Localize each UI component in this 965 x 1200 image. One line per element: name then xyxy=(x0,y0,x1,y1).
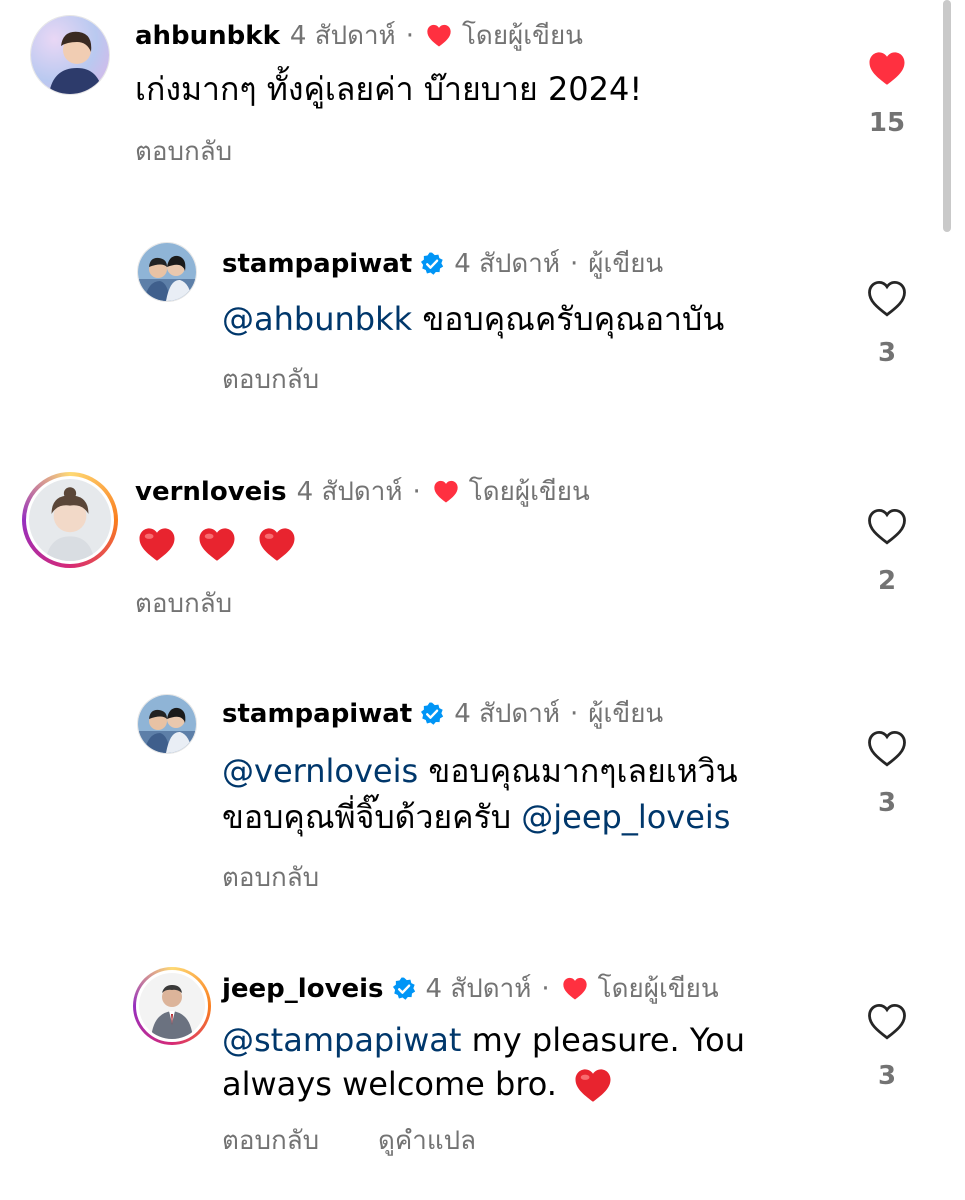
heart-outline-icon[interactable] xyxy=(865,1001,909,1043)
comment-text-line-2: ขอบคุณพี่จิ๊บด้วยครับ @jeep_loveis xyxy=(222,794,730,840)
like-count: 3 xyxy=(877,788,897,818)
heart-outline-icon[interactable] xyxy=(865,278,909,320)
username[interactable]: stampapiwat xyxy=(222,248,412,280)
timestamp: 4 สัปดาห์ xyxy=(296,477,403,507)
like-count: 3 xyxy=(877,338,897,368)
reply-jeep-loveis: jeep_loveis 4 สัปดาห์ · โดยผู้เขียน @sta… xyxy=(0,955,965,1200)
separator-dot: · xyxy=(412,477,421,507)
red-heart-emoji-icon xyxy=(255,524,299,566)
red-heart-emoji-icon xyxy=(135,524,179,566)
profile-photo-icon xyxy=(138,695,196,753)
mention-link[interactable]: @vernloveis xyxy=(222,752,418,790)
heart-icon xyxy=(431,478,461,506)
reply-button[interactable]: ตอบกลับ xyxy=(222,862,319,894)
liked-by-author-label: โดยผู้เขียน xyxy=(597,974,719,1004)
author-label: ผู้เขียน xyxy=(588,249,664,279)
separator-dot: · xyxy=(570,699,579,729)
mention-link[interactable]: @jeep_loveis xyxy=(521,798,730,836)
liked-by-author-label: โดยผู้เขียน xyxy=(461,21,583,51)
separator-dot: · xyxy=(570,249,579,279)
like-count: 3 xyxy=(877,1061,897,1091)
separator-dot: · xyxy=(541,974,550,1004)
like-count: 2 xyxy=(877,566,897,596)
red-heart-emoji-icon xyxy=(571,1065,615,1107)
comment-text: @stampapiwat my pleasure. You xyxy=(222,1017,745,1063)
reply-button[interactable]: ตอบกลับ xyxy=(135,588,232,620)
like-control: 2 xyxy=(857,506,917,596)
comment-body: always welcome bro. xyxy=(222,1065,557,1103)
heart-icon xyxy=(424,22,454,50)
mention-link[interactable]: @ahbunbkk xyxy=(222,300,412,338)
reply-button[interactable]: ตอบกลับ xyxy=(135,136,232,168)
avatar[interactable] xyxy=(137,242,197,302)
like-control: 3 xyxy=(857,1001,917,1091)
like-control: 3 xyxy=(857,728,917,818)
profile-photo-icon xyxy=(138,243,196,301)
verified-badge-icon xyxy=(420,702,444,726)
username[interactable]: vernloveis xyxy=(135,476,287,508)
timestamp: 4 สัปดาห์ xyxy=(454,249,561,279)
mention-link[interactable]: @stampapiwat xyxy=(222,1021,461,1059)
comment-body: ขอบคุณครับคุณอาบัน xyxy=(422,300,725,338)
heart-filled-icon[interactable] xyxy=(865,48,909,90)
see-translation-button[interactable]: ดูคำแปล xyxy=(378,1125,476,1157)
comment-body: ขอบคุณมากๆเลยเหวิน xyxy=(428,752,738,790)
reply-button[interactable]: ตอบกลับ xyxy=(222,1125,319,1157)
comment-text xyxy=(135,520,305,566)
verified-badge-icon xyxy=(420,252,444,276)
comment-body: my pleasure. You xyxy=(471,1021,745,1059)
timestamp: 4 สัปดาห์ xyxy=(454,699,561,729)
verified-badge-icon xyxy=(392,977,416,1001)
author-label: ผู้เขียน xyxy=(588,699,664,729)
red-heart-emoji-icon xyxy=(195,524,239,566)
reply-button[interactable]: ตอบกลับ xyxy=(222,364,319,396)
comment-text: @vernloveis ขอบคุณมากๆเลยเหวิน xyxy=(222,748,738,794)
avatar[interactable] xyxy=(137,694,197,754)
liked-by-author-label: โดยผู้เขียน xyxy=(468,477,590,507)
comment-body: ขอบคุณพี่จิ๊บด้วยครับ xyxy=(222,798,512,836)
timestamp: 4 สัปดาห์ xyxy=(425,974,532,1004)
comment-text: เก่งมากๆ ทั้งคู่เลยค่า บ๊ายบาย 2024! xyxy=(135,66,642,112)
like-control: 15 xyxy=(857,48,917,138)
username[interactable]: stampapiwat xyxy=(222,698,412,730)
comment-text-line-2: always welcome bro. xyxy=(222,1061,621,1107)
reply-stampapiwat-1: stampapiwat 4 สัปดาห์ · ผู้เขียน @ahbunb… xyxy=(0,230,965,410)
profile-photo-icon xyxy=(31,16,109,94)
comment-ahbunbkk: ahbunbkk 4 สัปดาห์ · โดยผู้เขียน เก่งมาก… xyxy=(0,0,965,200)
like-count: 15 xyxy=(868,108,906,138)
heart-icon xyxy=(560,975,590,1003)
username[interactable]: jeep_loveis xyxy=(222,973,384,1005)
comment-text: @ahbunbkk ขอบคุณครับคุณอาบัน xyxy=(222,296,724,342)
reply-stampapiwat-2: stampapiwat 4 สัปดาห์ · ผู้เขียน @vernlo… xyxy=(0,680,965,910)
timestamp: 4 สัปดาห์ xyxy=(289,21,396,51)
comment-vernloveis: vernloveis 4 สัปดาห์ · โดยผู้เขียน ตอบกล… xyxy=(0,460,965,650)
avatar-story-ring[interactable] xyxy=(133,967,211,1045)
profile-photo-icon xyxy=(139,973,205,1039)
avatar[interactable] xyxy=(30,15,110,95)
like-control: 3 xyxy=(857,278,917,368)
username[interactable]: ahbunbkk xyxy=(135,20,280,52)
comment-body: เก่งมากๆ ทั้งคู่เลยค่า บ๊ายบาย 2024! xyxy=(135,70,643,108)
avatar-story-ring[interactable] xyxy=(22,472,118,568)
profile-photo-icon xyxy=(29,479,111,561)
heart-outline-icon[interactable] xyxy=(865,506,909,548)
separator-dot: · xyxy=(405,21,414,51)
heart-outline-icon[interactable] xyxy=(865,728,909,770)
